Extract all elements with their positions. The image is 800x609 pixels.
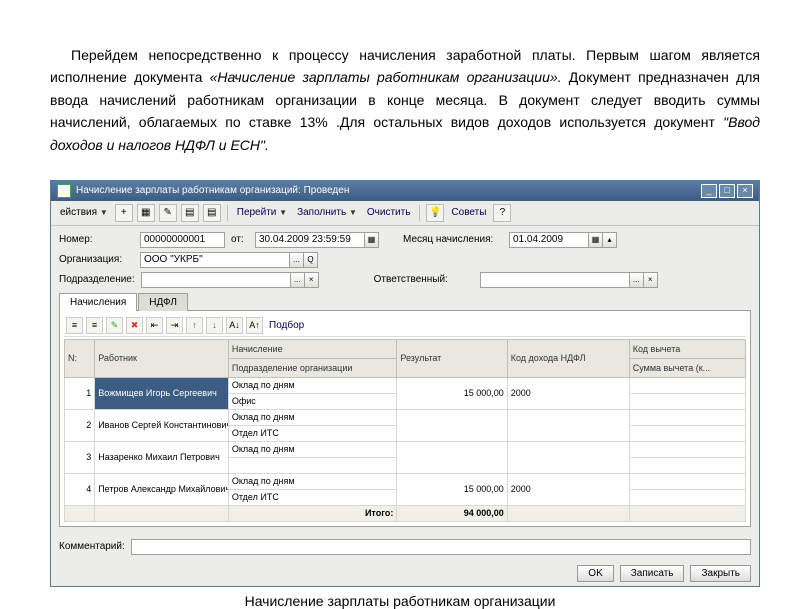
month-label: Месяц начисления:	[403, 234, 503, 245]
intro-doc-name: «Начисление зарплаты работникам организа…	[210, 69, 562, 85]
podbor-button[interactable]: Подбор	[266, 320, 307, 331]
tips-icon[interactable]: 💡	[426, 204, 444, 222]
comment-input[interactable]	[131, 539, 751, 555]
dept-clear-button[interactable]: ×	[305, 272, 319, 288]
grid-last-icon[interactable]: ⇥	[166, 317, 183, 334]
goto-menu[interactable]: Перейти ▼	[234, 207, 290, 218]
tab-pane: ≡ ≡ ✎ ✖ ⇤ ⇥ ↑ ↓ A↓ A↑ Подбор N:	[59, 310, 751, 527]
date-label: от:	[231, 234, 249, 245]
table-row: 1 Вожмищев Игорь Сергеевич Оклад по дням…	[65, 377, 746, 393]
fill-menu[interactable]: Заполнить ▼	[294, 207, 360, 218]
grid-add-icon[interactable]: ≡	[66, 317, 83, 334]
total-row: Итого: 94 000,00	[65, 505, 746, 521]
figure-caption: Начисление зарплаты работникам организац…	[0, 593, 800, 609]
table-row: 2 Иванов Сергей Константинович Оклад по …	[65, 409, 746, 425]
col-ndfl: Код дохода НДФЛ	[507, 339, 629, 377]
maximize-button[interactable]: □	[719, 184, 735, 198]
col-accrual: Начисление	[228, 339, 397, 358]
tab-ndfl[interactable]: НДФЛ	[138, 293, 188, 311]
window-title: Начисление зарплаты работникам организац…	[76, 185, 349, 196]
col-result: Результат	[397, 339, 507, 377]
col-employee: Работник	[95, 339, 229, 377]
col-dept-sub: Подразделение организации	[228, 358, 397, 377]
table-row: 4 Петров Александр Михайлович Оклад по д…	[65, 473, 746, 489]
tab-accruals[interactable]: Начисления	[59, 293, 137, 311]
grid-add-copy-icon[interactable]: ≡	[86, 317, 103, 334]
close-button[interactable]: ×	[737, 184, 753, 198]
close-dialog-button[interactable]: Закрыть	[690, 565, 751, 582]
grid-sort2-icon[interactable]: A↑	[246, 317, 263, 334]
table-row: 3 Назаренко Михаил Петрович Оклад по дня…	[65, 441, 746, 457]
date-picker-button[interactable]: ▦	[365, 232, 379, 248]
number-label: Номер:	[59, 234, 134, 245]
grid-first-icon[interactable]: ⇤	[146, 317, 163, 334]
resp-input[interactable]	[480, 272, 630, 288]
tool-icon-1[interactable]: ▦	[137, 204, 155, 222]
org-open-button[interactable]: Q	[304, 252, 318, 268]
tool-icon-3[interactable]: ▤	[181, 204, 199, 222]
dept-select-button[interactable]: ...	[291, 272, 305, 288]
grid-down-icon[interactable]: ↓	[206, 317, 223, 334]
comment-row: Комментарий:	[51, 533, 759, 561]
minimize-button[interactable]: _	[701, 184, 717, 198]
grid-toolbar: ≡ ≡ ✎ ✖ ⇤ ⇥ ↑ ↓ A↓ A↑ Подбор	[64, 315, 746, 337]
number-input[interactable]: 00000000001	[140, 232, 225, 248]
window-icon	[57, 184, 71, 198]
main-toolbar: ействия ▼ + ▦ ✎ ▤ ▤ Перейти ▼ Заполнить …	[51, 201, 759, 226]
resp-clear-button[interactable]: ×	[644, 272, 658, 288]
help-icon[interactable]: ?	[493, 204, 511, 222]
dialog-buttons: OK Записать Закрыть	[51, 561, 759, 586]
total-label: Итого:	[228, 505, 397, 521]
tab-strip: Начисления НДФЛ	[59, 292, 751, 310]
clear-button[interactable]: Очистить	[364, 207, 414, 218]
add-icon[interactable]: +	[115, 204, 133, 222]
intro-paragraph: Перейдем непосредственно к процессу начи…	[0, 0, 800, 180]
grid-delete-icon[interactable]: ✖	[126, 317, 143, 334]
date-input[interactable]: 30.04.2009 23:59:59	[255, 232, 365, 248]
resp-label: Ответственный:	[374, 274, 474, 285]
accrual-grid[interactable]: N: Работник Начисление Результат Код дох…	[64, 339, 746, 522]
dept-label: Подразделение:	[59, 274, 135, 285]
resp-select-button[interactable]: ...	[630, 272, 644, 288]
comment-label: Комментарий:	[59, 541, 125, 552]
titlebar: Начисление зарплаты работникам организац…	[51, 181, 759, 201]
save-button[interactable]: Записать	[620, 565, 685, 582]
total-value: 94 000,00	[397, 505, 507, 521]
grid-edit-icon[interactable]: ✎	[106, 317, 123, 334]
col-deduct: Код вычета	[629, 339, 745, 358]
tool-icon-4[interactable]: ▤	[203, 204, 221, 222]
grid-up-icon[interactable]: ↑	[186, 317, 203, 334]
org-select-button[interactable]: ...	[290, 252, 304, 268]
month-input[interactable]: 01.04.2009	[509, 232, 589, 248]
ok-button[interactable]: OK	[577, 565, 613, 582]
grid-sort-icon[interactable]: A↓	[226, 317, 243, 334]
org-input[interactable]: ООО "УКРБ"	[140, 252, 290, 268]
month-spinner[interactable]: ▦	[589, 232, 603, 248]
org-label: Организация:	[59, 254, 134, 265]
actions-menu[interactable]: ействия ▼	[57, 207, 111, 218]
tips-button[interactable]: Советы	[448, 207, 489, 218]
col-num: N:	[65, 339, 95, 377]
col-deduct-sum: Сумма вычета (к...	[629, 358, 745, 377]
tool-icon-2[interactable]: ✎	[159, 204, 177, 222]
app-window: Начисление зарплаты работникам организац…	[50, 180, 760, 587]
month-spinner-2[interactable]: ▴	[603, 232, 617, 248]
form-area: Номер: 00000000001 от: 30.04.2009 23:59:…	[51, 226, 759, 533]
dept-input[interactable]	[141, 272, 291, 288]
